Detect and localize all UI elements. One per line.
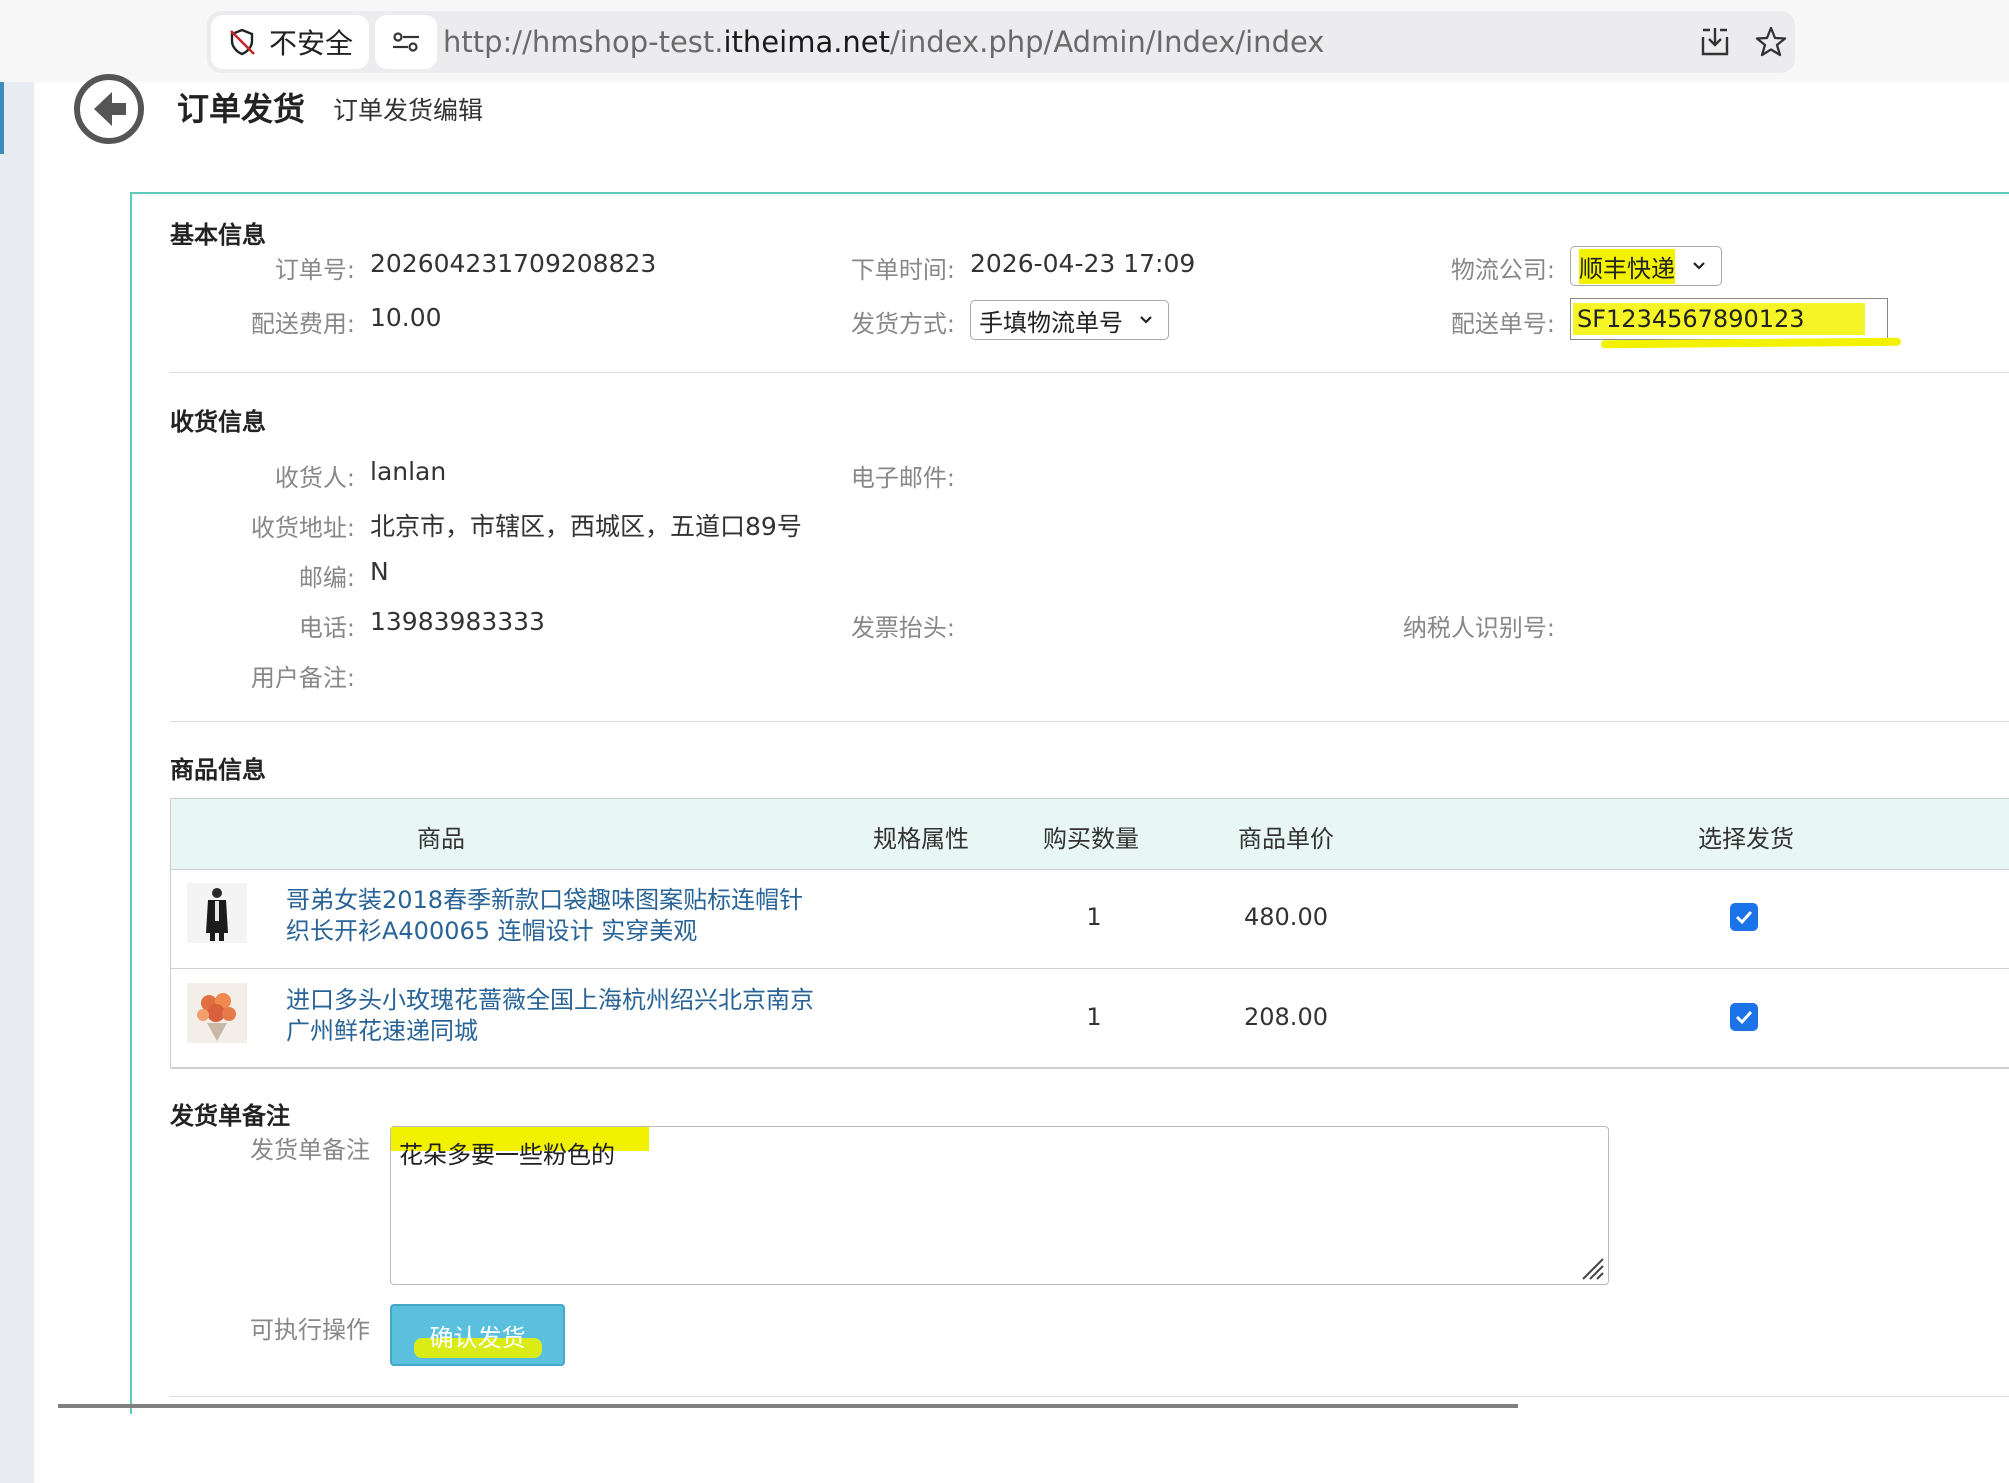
star-icon: [1755, 26, 1787, 57]
order-no-value: 202604231709208823: [370, 249, 657, 278]
confirm-ship-button[interactable]: 确认发货: [390, 1304, 565, 1366]
tracking-no-label: 配送单号:: [1450, 310, 1555, 338]
not-secure-icon: [230, 28, 255, 56]
table-row: 哥弟女装2018春季新款口袋趣味图案贴标连帽针织长开衫A400065 连帽设计 …: [171, 869, 2009, 969]
confirm-ship-label: 确认发货: [429, 1323, 526, 1352]
sidebar-strip: [0, 82, 34, 1483]
ship-method-selected-value: 手填物流单号: [979, 308, 1123, 337]
email-label: 电子邮件:: [850, 464, 955, 492]
bookmark-button[interactable]: [1753, 24, 1789, 60]
address-value: 北京市，市辖区，西城区，五道口89号: [370, 512, 802, 541]
table-header: 商品 规格属性 购买数量 商品单价 选择发货: [171, 799, 2009, 870]
ship-method-label: 发货方式:: [850, 310, 955, 338]
resize-grip-icon[interactable]: [1577, 1253, 1605, 1281]
divider: [170, 1396, 2009, 1397]
delivery-note-title: 发货单备注: [170, 1102, 290, 1130]
ship-checkbox[interactable]: [1730, 903, 1758, 931]
actions-label: 可执行操作: [250, 1316, 370, 1344]
column-header: 商品单价: [1238, 825, 1334, 853]
browser-toolbar: 不安全 http://hmshop-test.itheima.net/index…: [0, 0, 2009, 82]
product-thumbnail: [187, 983, 247, 1043]
user-remark-label: 用户备注:: [250, 664, 355, 692]
site-settings-button[interactable]: [375, 15, 437, 69]
chevron-down-icon: [1140, 316, 1152, 324]
zip-value: N: [370, 557, 389, 586]
price-cell: 480.00: [1244, 903, 1328, 931]
security-indicator[interactable]: 不安全: [211, 15, 369, 69]
invoice-label: 发票抬头:: [850, 614, 955, 642]
price-cell: 208.00: [1244, 1003, 1328, 1031]
product-thumbnail: [187, 883, 247, 943]
page-title: 订单发货: [177, 90, 306, 128]
product-link[interactable]: 进口多头小玫瑰花蔷薇全国上海杭州绍兴北京南京广州鲜花速递同城: [286, 985, 826, 1047]
tune-icon: [393, 32, 419, 52]
order-time-label: 下单时间:: [850, 256, 955, 284]
quantity-cell: 1: [1086, 903, 1102, 931]
install-app-button[interactable]: [1697, 24, 1733, 60]
receiver-label: 收货人:: [274, 464, 355, 492]
column-header: 商品: [417, 825, 465, 853]
basic-info-title: 基本信息: [170, 221, 266, 249]
delivery-note-textarea[interactable]: 花朵多要一些粉色的: [390, 1126, 1609, 1285]
receiver-value: lanlan: [370, 457, 447, 486]
tracking-no-input[interactable]: SF1234567890123: [1570, 298, 1902, 349]
tax-id-label: 纳税人识别号:: [1402, 614, 1555, 642]
quantity-cell: 1: [1086, 1003, 1102, 1031]
shipping-fee-value: 10.00: [370, 303, 442, 332]
address-label: 收货地址:: [250, 514, 355, 542]
address-bar[interactable]: 不安全 http://hmshop-test.itheima.net/index…: [207, 11, 1795, 73]
order-time-value: 2026-04-23 17:09: [970, 249, 1196, 278]
divider: [170, 372, 2009, 373]
sidebar-active-marker: [0, 82, 4, 154]
horizontal-scrollbar[interactable]: [58, 1404, 1518, 1408]
zip-label: 邮编:: [298, 564, 355, 592]
logistics-label: 物流公司:: [1450, 256, 1555, 284]
page-subtitle: 订单发货编辑: [333, 96, 484, 125]
url-text[interactable]: http://hmshop-test.itheima.net/index.php…: [443, 25, 1324, 59]
column-header: 购买数量: [1043, 825, 1139, 853]
logistics-select[interactable]: 顺丰快递: [1570, 246, 1722, 286]
checkmark-icon: [1735, 1010, 1753, 1025]
goods-table: 商品 规格属性 购买数量 商品单价 选择发货 哥弟女装2018春季新款口袋趣味图…: [170, 798, 2009, 1069]
product-link[interactable]: 哥弟女装2018春季新款口袋趣味图案贴标连帽针织长开衫A400065 连帽设计 …: [286, 885, 826, 947]
receiver-info-title: 收货信息: [170, 408, 266, 436]
column-header: 规格属性: [873, 825, 969, 853]
download-icon: [1701, 28, 1729, 56]
ship-method-select[interactable]: 手填物流单号: [970, 300, 1169, 340]
logistics-selected-value: 顺丰快递: [1579, 248, 1675, 284]
back-arrow-icon[interactable]: [72, 72, 146, 146]
phone-label: 电话:: [298, 614, 355, 642]
security-label: 不安全: [269, 27, 354, 60]
table-row: 进口多头小玫瑰花蔷薇全国上海杭州绍兴北京南京广州鲜花速递同城 1 208.00: [171, 969, 2009, 1069]
checkmark-icon: [1735, 910, 1753, 925]
shipping-fee-label: 配送费用:: [250, 310, 355, 338]
column-header: 选择发货: [1698, 825, 1794, 853]
divider: [170, 721, 2009, 722]
delivery-note-value: 花朵多要一些粉色的: [399, 1141, 615, 1169]
phone-value: 13983983333: [370, 607, 545, 636]
tracking-no-value: SF1234567890123: [1577, 305, 1805, 333]
chevron-down-icon: [1693, 262, 1705, 270]
delivery-note-label: 发货单备注: [250, 1136, 370, 1164]
goods-info-title: 商品信息: [170, 756, 266, 784]
order-no-label: 订单号:: [274, 256, 355, 284]
ship-checkbox[interactable]: [1730, 1003, 1758, 1031]
